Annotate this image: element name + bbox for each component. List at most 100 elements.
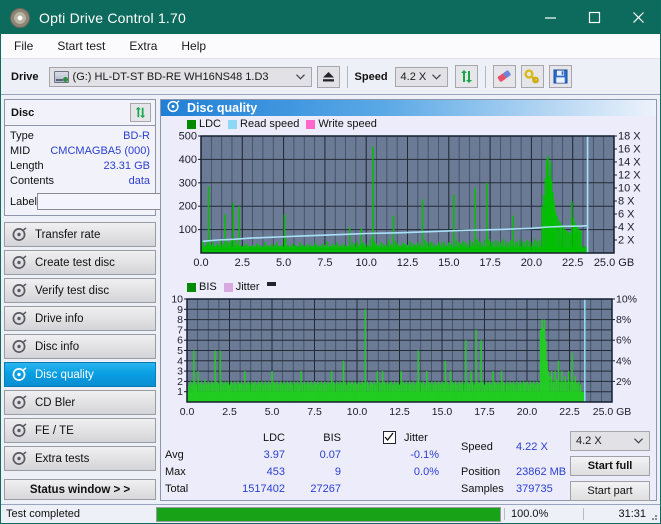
speed-label: Speed xyxy=(355,71,388,83)
legend-item-read-speed: Read speed xyxy=(228,118,299,130)
refresh-icon xyxy=(134,106,147,119)
svg-text:8: 8 xyxy=(177,314,183,326)
svg-text:6: 6 xyxy=(177,335,183,347)
disc-info-rows: Type BD-R MID CMCMAGBA5 (000) Length 23.… xyxy=(5,126,155,215)
disc-row-contents: Contents data xyxy=(10,174,150,189)
menu-file[interactable]: File xyxy=(11,37,36,55)
speed-select-value: 4.2 X xyxy=(401,71,427,83)
refresh-button[interactable] xyxy=(455,65,478,88)
save-disk-icon xyxy=(553,69,568,84)
sidebar-item-verify-test-disc[interactable]: Verify test disc xyxy=(4,278,156,303)
disc-icon xyxy=(12,255,27,270)
disc-label-row: Label xyxy=(10,192,150,211)
menu-help[interactable]: Help xyxy=(178,37,209,55)
position-stat-label: Position xyxy=(461,466,500,478)
svg-text:15.0: 15.0 xyxy=(438,257,459,269)
close-icon[interactable] xyxy=(616,1,660,34)
save-button[interactable] xyxy=(549,65,572,88)
disc-icon xyxy=(12,283,27,298)
sidebar-item-label: Disc info xyxy=(35,341,79,353)
svg-text:10.0: 10.0 xyxy=(347,406,368,418)
stats-row-label: Avg xyxy=(165,449,184,461)
legend-swatch xyxy=(306,120,315,129)
erase-button[interactable] xyxy=(493,65,516,88)
test-speed-select[interactable]: 4.2 X xyxy=(570,431,650,451)
svg-text:4: 4 xyxy=(177,355,183,367)
stats-avg-bis: 0.07 xyxy=(295,449,341,461)
disc-row-value: 23.31 GB xyxy=(104,159,150,174)
stats-total-bis: 27267 xyxy=(289,483,341,495)
stats-row-label: Total xyxy=(165,483,188,495)
legend-swatch xyxy=(224,283,233,292)
sidebar-item-cd-bler[interactable]: CD Bler xyxy=(4,390,156,415)
svg-text:1: 1 xyxy=(177,386,183,398)
svg-text:22.5: 22.5 xyxy=(562,257,583,269)
speed-select[interactable]: 4.2 X xyxy=(395,67,448,87)
sidebar-item-transfer-rate[interactable]: Transfer rate xyxy=(4,222,156,247)
menu-start-test[interactable]: Start test xyxy=(54,37,108,55)
stats-avg-ldc: 3.97 xyxy=(239,449,285,461)
svg-text:15.0: 15.0 xyxy=(432,406,453,418)
sidebar-item-label: Disc quality xyxy=(35,369,94,381)
window-controls xyxy=(528,1,660,34)
svg-text:6%: 6% xyxy=(616,335,631,347)
disc-icon xyxy=(12,339,27,354)
sidebar-item-disc-info[interactable]: Disc info xyxy=(4,334,156,359)
sidebar-item-extra-tests[interactable]: Extra tests xyxy=(4,446,156,471)
chevron-down-icon xyxy=(432,71,441,83)
drive-select[interactable]: (G:) HL-DT-ST BD-RE WH16NS48 1.D3 xyxy=(49,67,312,87)
svg-text:22.5: 22.5 xyxy=(559,406,580,418)
start-part-label: Start part xyxy=(587,485,632,497)
disc-row-mid: MID CMCMAGBA5 (000) xyxy=(10,144,150,159)
jitter-checkbox[interactable] xyxy=(383,431,396,444)
title-bar: Opti Drive Control 1.70 xyxy=(1,1,660,34)
svg-text:14 X: 14 X xyxy=(618,157,641,169)
svg-text:25.0 GB: 25.0 GB xyxy=(593,406,632,418)
status-bar: Test completed 100.0% 31:31 xyxy=(1,504,660,523)
svg-text:12.5: 12.5 xyxy=(389,406,410,418)
bis-legend: BIS Jitter xyxy=(161,278,656,293)
samples-stat-value: 379735 xyxy=(516,483,553,495)
stats-header-ldc: LDC xyxy=(239,432,285,444)
svg-text:2.5: 2.5 xyxy=(235,257,250,269)
bis-chart: 123456789102%4%6%8%10%0.02.55.07.510.012… xyxy=(161,293,656,427)
progress-fill xyxy=(157,508,500,521)
stats-header-bis: BIS xyxy=(295,432,341,444)
eject-button[interactable] xyxy=(317,66,340,88)
ldc-chart-svg: 1002003004005002 X4 X6 X8 X10 X12 X14 X1… xyxy=(161,130,656,275)
svg-text:7: 7 xyxy=(177,324,183,336)
disc-panel-header: Disc xyxy=(5,100,155,126)
sidebar-item-disc-quality[interactable]: Disc quality xyxy=(4,362,156,387)
sidebar-item-drive-info[interactable]: Drive info xyxy=(4,306,156,331)
svg-text:300: 300 xyxy=(179,177,197,189)
eraser-icon xyxy=(496,69,513,84)
start-part-button[interactable]: Start part xyxy=(570,481,650,501)
disc-refresh-button[interactable] xyxy=(130,103,151,122)
start-full-button[interactable]: Start full xyxy=(570,456,650,476)
menu-extra[interactable]: Extra xyxy=(126,37,160,55)
ldc-chart: 1002003004005002 X4 X6 X8 X10 X12 X14 X1… xyxy=(161,130,656,278)
sidebar-item-create-test-disc[interactable]: Create test disc xyxy=(4,250,156,275)
sidebar-item-label: Transfer rate xyxy=(35,229,100,241)
settings-key-button[interactable] xyxy=(521,65,544,88)
resize-grip-icon[interactable] xyxy=(648,511,658,521)
panel-header: Disc quality xyxy=(161,100,656,116)
svg-text:25.0 GB: 25.0 GB xyxy=(594,257,634,269)
sidebar-item-label: FE / TE xyxy=(35,425,74,437)
stats-row-label: Max xyxy=(165,466,186,478)
legend-label: BIS xyxy=(199,281,217,293)
disc-panel: Disc Type BD-R MID CMCM xyxy=(4,99,156,216)
disc-icon xyxy=(12,451,27,466)
position-stat-value: 23862 MB xyxy=(516,466,566,478)
minimize-icon[interactable] xyxy=(528,1,572,34)
sidebar: Disc Type BD-R MID CMCM xyxy=(1,95,159,501)
legend-label: Jitter xyxy=(236,281,260,293)
stats-max-jitter: 0.0% xyxy=(393,466,439,478)
sidebar-nav: Transfer rate Create test disc Verify te… xyxy=(4,222,156,500)
maximize-icon[interactable] xyxy=(572,1,616,34)
legend-swatch xyxy=(187,283,196,292)
status-window-button[interactable]: Status window > > xyxy=(4,479,156,500)
sidebar-item-fe-te[interactable]: FE / TE xyxy=(4,418,156,443)
menu-bar: File Start test Extra Help xyxy=(1,34,660,59)
svg-text:2 X: 2 X xyxy=(618,235,635,247)
